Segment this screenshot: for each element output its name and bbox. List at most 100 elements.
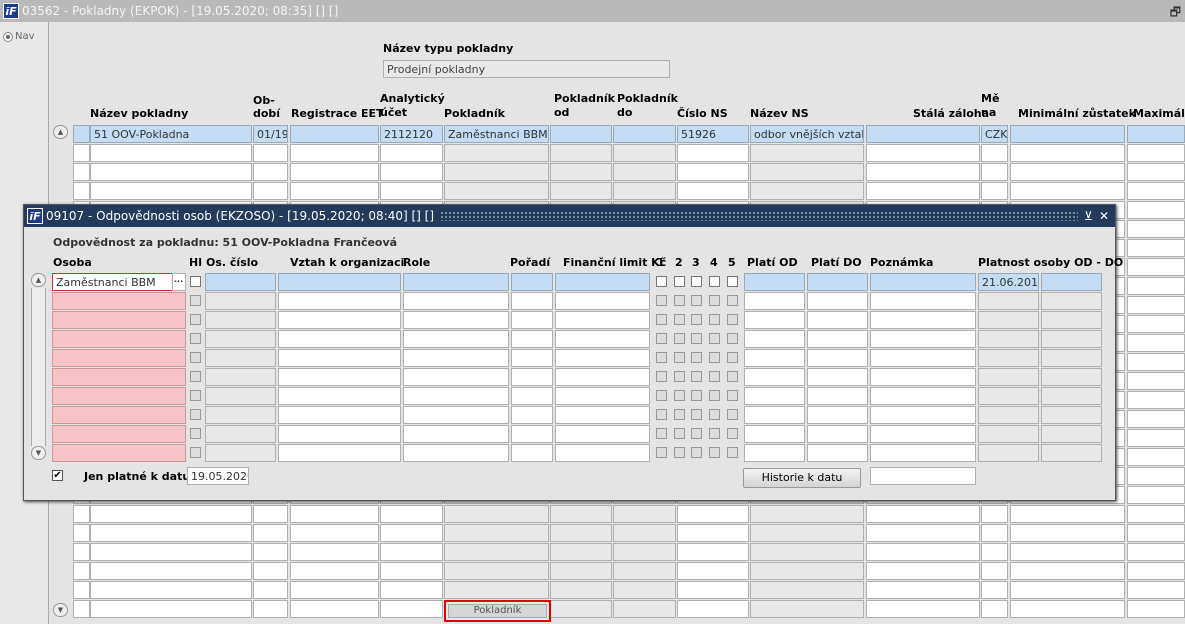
main-empty-cell[interactable] [253, 600, 288, 618]
history-field[interactable] [870, 467, 976, 485]
level-checkbox[interactable] [656, 314, 667, 325]
main-empty-cell[interactable] [550, 144, 612, 162]
main-empty-cell[interactable] [444, 163, 549, 181]
max-zustatek-field[interactable] [1127, 125, 1185, 143]
main-empty-cell[interactable] [981, 581, 1008, 599]
main-empty-cell[interactable] [73, 600, 90, 618]
level-checkbox[interactable] [691, 371, 702, 382]
main-empty-cell[interactable] [73, 524, 90, 542]
main-empty-cell[interactable] [380, 543, 443, 561]
level-checkbox[interactable] [674, 352, 685, 363]
dialog-empty-cell[interactable] [978, 406, 1039, 424]
main-scroll-down-icon[interactable]: ▼ [53, 603, 68, 617]
main-empty-cell[interactable] [1010, 144, 1125, 162]
main-empty-cell[interactable] [677, 562, 749, 580]
main-empty-cell[interactable] [677, 163, 749, 181]
main-empty-cell[interactable] [613, 144, 676, 162]
main-empty-cell[interactable] [380, 562, 443, 580]
main-empty-cell[interactable] [1127, 524, 1185, 542]
dialog-scroll-down-icon[interactable]: ▼ [31, 446, 46, 460]
level-checkbox[interactable] [727, 352, 738, 363]
level-checkbox[interactable] [709, 352, 720, 363]
main-empty-cell[interactable] [1127, 315, 1185, 333]
dialog-empty-cell[interactable] [555, 311, 650, 329]
dialog-empty-cell[interactable] [870, 330, 976, 348]
level-checkbox[interactable] [656, 352, 667, 363]
main-empty-cell[interactable] [677, 600, 749, 618]
main-empty-cell[interactable] [1127, 543, 1185, 561]
level-checkbox[interactable] [656, 371, 667, 382]
level-checkbox[interactable] [727, 409, 738, 420]
hl-checkbox[interactable] [190, 371, 201, 382]
dialog-scroll-up-icon[interactable]: ▲ [31, 273, 46, 287]
dialog-empty-cell[interactable] [978, 368, 1039, 386]
main-empty-cell[interactable] [290, 600, 379, 618]
main-empty-cell[interactable] [613, 543, 676, 561]
main-empty-cell[interactable] [444, 144, 549, 162]
dialog-empty-cell[interactable] [1041, 349, 1102, 367]
osoba-field[interactable]: Zaměstnanci BBM [52, 273, 173, 291]
dialog-empty-cell[interactable] [403, 292, 509, 310]
dialog-empty-cell[interactable] [870, 406, 976, 424]
level-checkbox[interactable] [709, 390, 720, 401]
platnost-do-field[interactable] [1041, 273, 1102, 291]
dialog-empty-cell[interactable] [744, 292, 805, 310]
dialog-empty-cell[interactable] [205, 311, 276, 329]
main-empty-cell[interactable] [866, 524, 980, 542]
dialog-empty-cell[interactable] [511, 368, 553, 386]
level-checkbox[interactable] [691, 428, 702, 439]
dialog-empty-cell[interactable] [807, 406, 868, 424]
main-empty-cell[interactable] [1127, 220, 1185, 238]
main-empty-cell[interactable] [1127, 163, 1185, 181]
dialog-empty-cell[interactable] [555, 292, 650, 310]
main-empty-cell[interactable] [1010, 581, 1125, 599]
dialog-empty-cell[interactable] [278, 444, 401, 462]
main-empty-cell[interactable] [1127, 562, 1185, 580]
dialog-empty-cell[interactable] [978, 292, 1039, 310]
dialog-empty-cell[interactable] [744, 425, 805, 443]
main-empty-cell[interactable] [1127, 486, 1185, 504]
vztah-field[interactable] [278, 273, 401, 291]
main-empty-cell[interactable] [1127, 429, 1185, 447]
hl-checkbox[interactable] [190, 447, 201, 458]
main-empty-cell[interactable] [866, 505, 980, 523]
main-empty-cell[interactable] [866, 600, 980, 618]
dialog-empty-cell[interactable] [807, 330, 868, 348]
dialog-empty-cell[interactable] [205, 425, 276, 443]
dialog-empty-cell[interactable] [1041, 425, 1102, 443]
main-empty-cell[interactable] [550, 163, 612, 181]
main-empty-cell[interactable] [73, 505, 90, 523]
pokladnik-button[interactable]: Pokladník [444, 600, 551, 622]
dialog-empty-cell[interactable] [744, 387, 805, 405]
level-checkbox[interactable] [656, 409, 667, 420]
dialog-empty-cell[interactable] [278, 292, 401, 310]
main-empty-cell[interactable] [866, 182, 980, 200]
dialog-empty-cell[interactable] [807, 349, 868, 367]
dialog-empty-cell[interactable] [807, 368, 868, 386]
main-empty-cell[interactable] [253, 144, 288, 162]
main-empty-cell[interactable] [290, 543, 379, 561]
dialog-empty-cell[interactable] [807, 292, 868, 310]
main-empty-cell[interactable] [750, 163, 864, 181]
level-checkbox[interactable] [709, 295, 720, 306]
main-empty-cell[interactable] [1010, 600, 1125, 618]
main-empty-cell[interactable] [290, 144, 379, 162]
dialog-empty-cell[interactable] [205, 368, 276, 386]
level-checkbox[interactable] [691, 390, 702, 401]
eet-field[interactable] [290, 125, 379, 143]
level-checkbox[interactable] [691, 276, 702, 287]
hl-checkbox[interactable] [190, 352, 201, 363]
dialog-empty-cell[interactable] [278, 406, 401, 424]
os-cislo-field[interactable] [205, 273, 276, 291]
row-selector[interactable] [73, 125, 90, 143]
main-empty-cell[interactable] [1010, 543, 1125, 561]
cashdesk-type-field[interactable]: Prodejní pokladny [383, 60, 670, 78]
main-empty-cell[interactable] [1010, 163, 1125, 181]
dialog-empty-cell[interactable] [555, 330, 650, 348]
level-checkbox[interactable] [691, 333, 702, 344]
platnost-od-field[interactable]: 21.06.2017 [978, 273, 1039, 291]
main-empty-cell[interactable] [253, 543, 288, 561]
history-button[interactable]: Historie k datu [743, 468, 861, 488]
level-checkbox[interactable] [674, 314, 685, 325]
main-empty-cell[interactable] [981, 163, 1008, 181]
